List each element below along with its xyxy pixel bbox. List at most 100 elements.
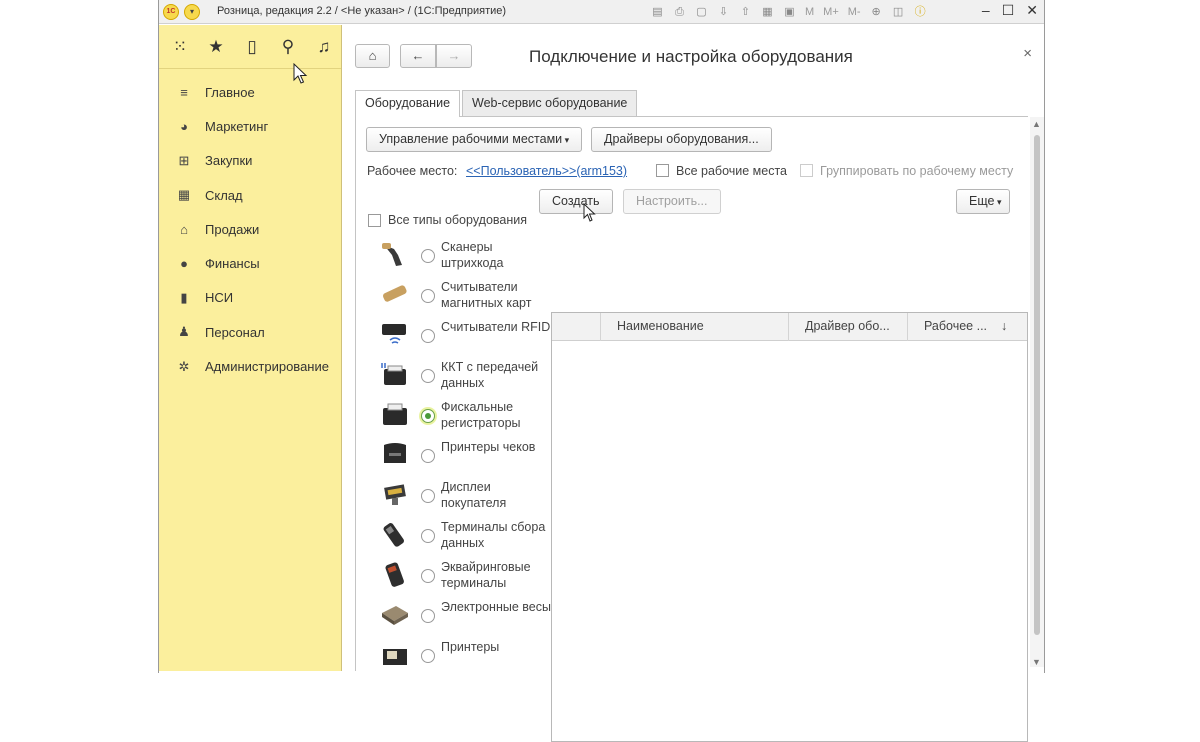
equipment-type-item[interactable]: Считыватели RFID xyxy=(380,317,555,357)
equipment-type-item[interactable]: Сканеры штрихкода xyxy=(380,237,555,277)
equipment-radio[interactable] xyxy=(421,489,435,503)
equipment-type-item[interactable]: Считыватели магнитных карт xyxy=(380,277,555,317)
back-button[interactable]: ← xyxy=(400,44,436,68)
apps-grid-icon[interactable]: ⁙ xyxy=(171,37,189,57)
more-button[interactable]: Еще xyxy=(956,189,1011,214)
info-icon[interactable]: ⓘ xyxy=(912,4,929,20)
equipment-type-item[interactable]: Терминалы сбора данных xyxy=(380,517,555,557)
download-icon[interactable]: ⇩ xyxy=(715,4,732,20)
scroll-down-icon[interactable]: ▼ xyxy=(1032,657,1041,667)
title-toolbar: ▤ ⎙ ▢ ⇩ ⇧ ▦ ▣ M M+ M- ⊕ ◫ ⓘ xyxy=(649,4,929,20)
all-workplaces-checkbox[interactable] xyxy=(656,164,669,177)
scroll-up-icon[interactable]: ▲ xyxy=(1032,119,1041,129)
sidebar-menu: ≡ Главное ◕ Маркетинг ⊞ Закупки ▦ Склад ⌂ Про… xyxy=(159,69,341,384)
print-icon[interactable]: ⎙ xyxy=(671,4,688,20)
column-name[interactable]: Наименование xyxy=(600,313,788,341)
equipment-type-item[interactable]: Эквайринговые терминалы xyxy=(380,557,555,597)
sidebar-item-purchases[interactable]: ⊞ Закупки xyxy=(159,144,341,178)
customer-display-icon xyxy=(384,484,406,505)
preview-icon[interactable]: ▢ xyxy=(693,4,710,20)
memory-button[interactable]: M xyxy=(803,4,816,20)
memory-plus-button[interactable]: M+ xyxy=(821,4,841,20)
home-button[interactable]: ⌂ xyxy=(355,44,390,68)
sort-down-icon: ↓ xyxy=(1001,319,1008,333)
equipment-type-item[interactable]: ККТ с передачей данных xyxy=(380,357,555,397)
group-by-workplace-checkbox[interactable] xyxy=(800,164,813,177)
all-types-checkbox[interactable] xyxy=(368,214,381,227)
tab-web-service[interactable]: Web-сервис оборудование xyxy=(462,90,638,116)
equipment-type-item[interactable]: Электронные весы xyxy=(380,597,555,637)
sidebar-item-nsi[interactable]: ▮ НСИ xyxy=(159,281,341,315)
equipment-radio[interactable] xyxy=(421,649,435,663)
close-window-icon[interactable]: ✕ xyxy=(1026,2,1038,19)
search-icon[interactable]: ⚲ xyxy=(279,37,297,57)
save-icon[interactable]: ▤ xyxy=(649,4,666,20)
equipment-type-item[interactable]: Принтеры xyxy=(380,637,555,672)
equipment-name: Терминалы сбора данных xyxy=(441,520,546,550)
create-button[interactable]: Создать xyxy=(539,189,613,214)
equipment-name: ККТ с передачей данных xyxy=(441,360,539,390)
sidebar-toolbar: ⁙ ★ ▯ ⚲ ♫ xyxy=(159,25,341,69)
equipment-radio[interactable] xyxy=(421,369,435,383)
manage-workplaces-button[interactable]: Управление рабочими местами xyxy=(366,127,583,152)
app-logo-icon[interactable]: 1С xyxy=(163,4,179,20)
equipment-name: Электронные весы xyxy=(441,600,551,614)
title-bar: 1С ▾ Розница, редакция 2.2 / <Не указан>… xyxy=(159,0,1044,24)
tab-equipment[interactable]: Оборудование xyxy=(355,90,461,117)
equipment-radio[interactable] xyxy=(421,249,435,263)
notifications-icon[interactable]: ♫ xyxy=(315,37,333,57)
history-icon[interactable]: ▯ xyxy=(243,37,261,57)
equipment-type-item[interactable]: Фискальные регистраторы xyxy=(380,397,555,437)
sidebar-item-warehouse[interactable]: ▦ Склад xyxy=(159,178,341,212)
equipment-type-item[interactable]: Дисплеи покупателя xyxy=(380,477,555,517)
equipment-radio[interactable] xyxy=(421,329,435,343)
equipment-radio[interactable] xyxy=(421,609,435,623)
window-title: Розница, редакция 2.2 / <Не указан> / (1… xyxy=(217,5,507,17)
sidebar-item-sales[interactable]: ⌂ Продажи xyxy=(159,212,341,246)
mouse-cursor-icon xyxy=(583,203,596,222)
warehouse-icon: ▦ xyxy=(177,187,191,203)
close-form-icon[interactable]: × xyxy=(1023,45,1032,62)
memory-minus-button[interactable]: M- xyxy=(846,4,863,20)
data-terminal-icon xyxy=(383,523,404,547)
configure-button[interactable]: Настроить... xyxy=(623,189,721,214)
equipment-radio[interactable] xyxy=(421,529,435,543)
sidebar-item-administration[interactable]: ✲ Администрирование xyxy=(159,349,341,383)
favorites-icon[interactable]: ★ xyxy=(207,37,225,57)
upload-icon[interactable]: ⇧ xyxy=(737,4,754,20)
printer-icon xyxy=(383,649,407,665)
panel-icon[interactable]: ◫ xyxy=(890,4,907,20)
mouse-cursor-icon xyxy=(293,63,308,84)
equipment-name: Эквайринговые терминалы xyxy=(441,560,531,590)
form-title: Подключение и настройка оборудования xyxy=(529,47,853,66)
main-menu-button[interactable]: ▾ xyxy=(184,4,200,20)
workplace-label: Рабочее место: xyxy=(367,164,458,178)
scroll-thumb[interactable] xyxy=(1034,135,1040,635)
equipment-type-item[interactable]: Принтеры чеков xyxy=(380,437,555,477)
sidebar-item-main[interactable]: ≡ Главное xyxy=(159,75,341,109)
equipment-radio[interactable] xyxy=(421,409,435,423)
equipment-radio[interactable] xyxy=(421,569,435,583)
drivers-button[interactable]: Драйверы оборудования... xyxy=(591,127,772,152)
equipment-radio[interactable] xyxy=(421,449,435,463)
tab-panel: Управление рабочими местами Драйверы обо… xyxy=(355,116,1028,742)
sidebar-item-marketing[interactable]: ◕ Маркетинг xyxy=(159,109,341,143)
sidebar-item-finance[interactable]: ● Финансы xyxy=(159,246,341,280)
column-workplace[interactable]: Рабочее ... ↓ xyxy=(907,313,1027,341)
minimize-icon[interactable]: – xyxy=(982,2,990,19)
vertical-scrollbar[interactable]: ▲ ▼ xyxy=(1030,117,1044,667)
sidebar-item-personnel[interactable]: ♟ Персонал xyxy=(159,315,341,349)
app-window: 1С ▾ Розница, редакция 2.2 / <Не указан>… xyxy=(158,0,1045,742)
equipment-table[interactable]: Наименование Драйвер обо... Рабочее ... ↓ xyxy=(551,312,1028,742)
card-reader-icon xyxy=(382,285,407,302)
forward-button[interactable]: → xyxy=(436,44,472,68)
workplace-link[interactable]: <<Пользователь>>(arm153) xyxy=(466,164,627,178)
maximize-icon[interactable]: ☐ xyxy=(1002,2,1015,19)
table-header-icon-column[interactable] xyxy=(552,313,600,341)
spreadsheet-icon[interactable]: ▦ xyxy=(759,4,776,20)
books-icon: ▮ xyxy=(180,289,188,305)
column-driver[interactable]: Драйвер обо... xyxy=(788,313,907,341)
equipment-radio[interactable] xyxy=(421,289,435,303)
calendar-icon[interactable]: ▣ xyxy=(781,4,798,20)
zoom-icon[interactable]: ⊕ xyxy=(868,4,885,20)
